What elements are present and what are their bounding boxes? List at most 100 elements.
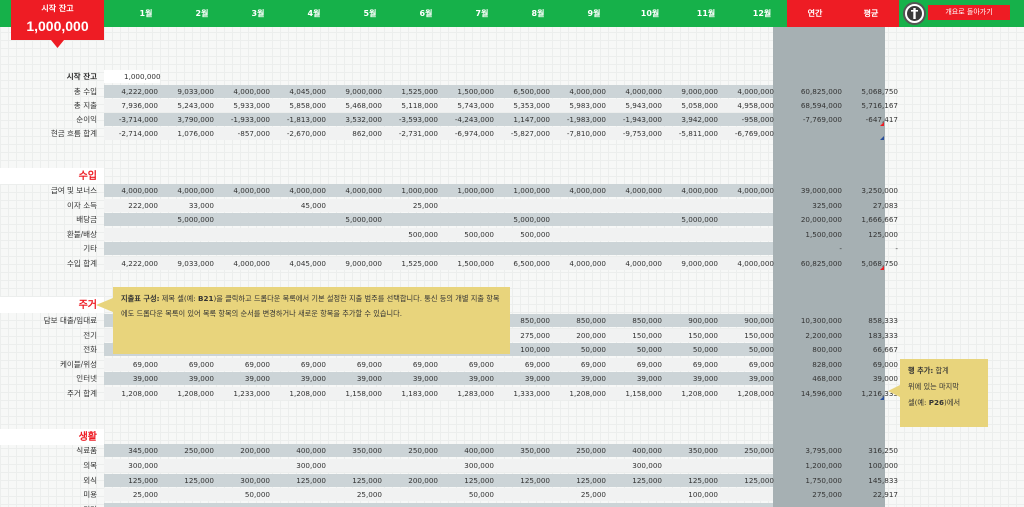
month-cell[interactable]: 1,208,000 bbox=[160, 387, 214, 400]
month-cell[interactable]: 45,000 bbox=[272, 199, 326, 212]
month-cell[interactable] bbox=[384, 213, 438, 226]
month-cell[interactable] bbox=[160, 488, 214, 501]
month-cell[interactable]: 222,000 bbox=[104, 199, 158, 212]
month-cell[interactable]: 25,000 bbox=[328, 488, 382, 501]
month-cell[interactable] bbox=[160, 503, 214, 507]
month-cell[interactable] bbox=[608, 488, 662, 501]
month-cell[interactable]: 5,858,000 bbox=[272, 99, 326, 112]
month-cell[interactable] bbox=[160, 228, 214, 241]
month-cell[interactable] bbox=[608, 228, 662, 241]
month-cell[interactable] bbox=[552, 199, 606, 212]
month-cell[interactable]: 39,000 bbox=[216, 372, 270, 385]
month-cell[interactable]: 900,000 bbox=[664, 314, 718, 327]
month-cell[interactable]: 5,983,000 bbox=[552, 99, 606, 112]
month-cell[interactable]: -1,813,000 bbox=[272, 113, 326, 126]
month-cell[interactable]: -7,810,000 bbox=[552, 127, 606, 140]
month-cell[interactable] bbox=[720, 242, 774, 255]
month-cell[interactable] bbox=[160, 242, 214, 255]
month-cell[interactable]: -857,000 bbox=[216, 127, 270, 140]
month-cell[interactable]: -1,933,000 bbox=[216, 113, 270, 126]
month-cell[interactable] bbox=[664, 228, 718, 241]
month-cell[interactable]: 1,208,000 bbox=[720, 387, 774, 400]
month-cell[interactable]: 5,943,000 bbox=[608, 99, 662, 112]
month-cell[interactable]: -2,731,000 bbox=[384, 127, 438, 140]
month-cell[interactable]: 69,000 bbox=[216, 358, 270, 371]
month-cell[interactable] bbox=[216, 213, 270, 226]
month-cell[interactable]: 4,958,000 bbox=[720, 99, 774, 112]
month-cell[interactable] bbox=[216, 459, 270, 472]
month-cell[interactable]: 4,000,000 bbox=[608, 257, 662, 270]
month-cell[interactable] bbox=[160, 459, 214, 472]
month-cell[interactable]: 39,000 bbox=[328, 372, 382, 385]
month-cell[interactable]: 69,000 bbox=[552, 358, 606, 371]
month-cell[interactable]: 5,000,000 bbox=[496, 213, 550, 226]
month-cell[interactable] bbox=[104, 503, 158, 507]
month-cell[interactable] bbox=[216, 503, 270, 507]
month-cell[interactable]: 1,076,000 bbox=[160, 127, 214, 140]
month-cell[interactable]: 25,000 bbox=[104, 488, 158, 501]
month-cell[interactable]: 50,000 bbox=[440, 488, 494, 501]
month-cell[interactable]: 4,000,000 bbox=[216, 85, 270, 98]
month-cell[interactable] bbox=[608, 242, 662, 255]
month-cell[interactable]: 1,000,000 bbox=[384, 184, 438, 197]
month-cell[interactable]: 125,000 bbox=[440, 474, 494, 487]
month-cell[interactable]: 6,500,000 bbox=[496, 257, 550, 270]
month-cell[interactable] bbox=[328, 199, 382, 212]
month-cell[interactable]: 250,000 bbox=[384, 444, 438, 457]
month-cell[interactable]: 1,208,000 bbox=[104, 387, 158, 400]
month-cell[interactable]: -6,974,000 bbox=[440, 127, 494, 140]
month-cell[interactable]: -5,811,000 bbox=[664, 127, 718, 140]
month-cell[interactable]: 7,936,000 bbox=[104, 99, 158, 112]
month-cell[interactable]: 69,000 bbox=[160, 358, 214, 371]
month-cell[interactable] bbox=[440, 199, 494, 212]
month-cell[interactable]: 300,000 bbox=[272, 459, 326, 472]
month-cell[interactable]: 3,532,000 bbox=[328, 113, 382, 126]
month-cell[interactable]: 39,000 bbox=[608, 372, 662, 385]
month-cell[interactable]: 1,158,000 bbox=[328, 387, 382, 400]
month-cell[interactable]: 4,000,000 bbox=[608, 85, 662, 98]
month-cell[interactable]: 69,000 bbox=[328, 358, 382, 371]
month-cell[interactable] bbox=[608, 213, 662, 226]
month-cell[interactable]: 400,000 bbox=[608, 444, 662, 457]
month-cell[interactable]: 200,000 bbox=[552, 329, 606, 342]
month-cell[interactable]: 1,208,000 bbox=[552, 387, 606, 400]
month-cell[interactable]: 862,000 bbox=[328, 127, 382, 140]
month-cell[interactable]: 9,000,000 bbox=[664, 257, 718, 270]
month-cell[interactable] bbox=[720, 503, 774, 507]
month-cell[interactable] bbox=[272, 213, 326, 226]
month-cell[interactable] bbox=[104, 242, 158, 255]
month-cell[interactable]: 300,000 bbox=[104, 459, 158, 472]
month-cell[interactable]: 4,000,000 bbox=[552, 85, 606, 98]
month-cell[interactable]: 1,158,000 bbox=[608, 387, 662, 400]
month-cell[interactable]: 125,000 bbox=[664, 474, 718, 487]
month-cell[interactable] bbox=[720, 459, 774, 472]
month-cell[interactable]: -958,000 bbox=[720, 113, 774, 126]
month-cell[interactable]: 300,000 bbox=[608, 459, 662, 472]
month-cell[interactable]: 4,000,000 bbox=[608, 184, 662, 197]
month-cell[interactable]: 125,000 bbox=[328, 474, 382, 487]
month-cell[interactable]: -5,827,000 bbox=[496, 127, 550, 140]
month-cell[interactable] bbox=[720, 488, 774, 501]
month-cell[interactable]: 1,208,000 bbox=[664, 387, 718, 400]
month-cell[interactable]: 500,000 bbox=[440, 228, 494, 241]
month-cell[interactable]: 125,000 bbox=[496, 474, 550, 487]
month-cell[interactable] bbox=[552, 459, 606, 472]
month-cell[interactable] bbox=[664, 459, 718, 472]
month-cell[interactable]: 5,058,000 bbox=[664, 99, 718, 112]
month-cell[interactable]: 69,000 bbox=[272, 358, 326, 371]
month-cell[interactable]: -2,714,000 bbox=[104, 127, 158, 140]
month-cell[interactable] bbox=[552, 503, 606, 507]
month-cell[interactable] bbox=[440, 213, 494, 226]
month-cell[interactable]: 4,000,000 bbox=[664, 184, 718, 197]
month-cell[interactable]: 300,000 bbox=[440, 459, 494, 472]
month-cell[interactable]: 69,000 bbox=[104, 358, 158, 371]
month-cell[interactable] bbox=[496, 199, 550, 212]
month-cell[interactable]: 150,000 bbox=[664, 329, 718, 342]
month-cell[interactable]: 125,000 bbox=[552, 474, 606, 487]
month-cell[interactable]: 4,000,000 bbox=[720, 85, 774, 98]
month-cell[interactable]: 5,118,000 bbox=[384, 99, 438, 112]
month-cell[interactable]: 39,000 bbox=[440, 372, 494, 385]
month-cell[interactable]: 39,000 bbox=[104, 372, 158, 385]
month-cell[interactable]: 4,000,000 bbox=[216, 257, 270, 270]
month-cell[interactable]: 1,525,000 bbox=[384, 257, 438, 270]
